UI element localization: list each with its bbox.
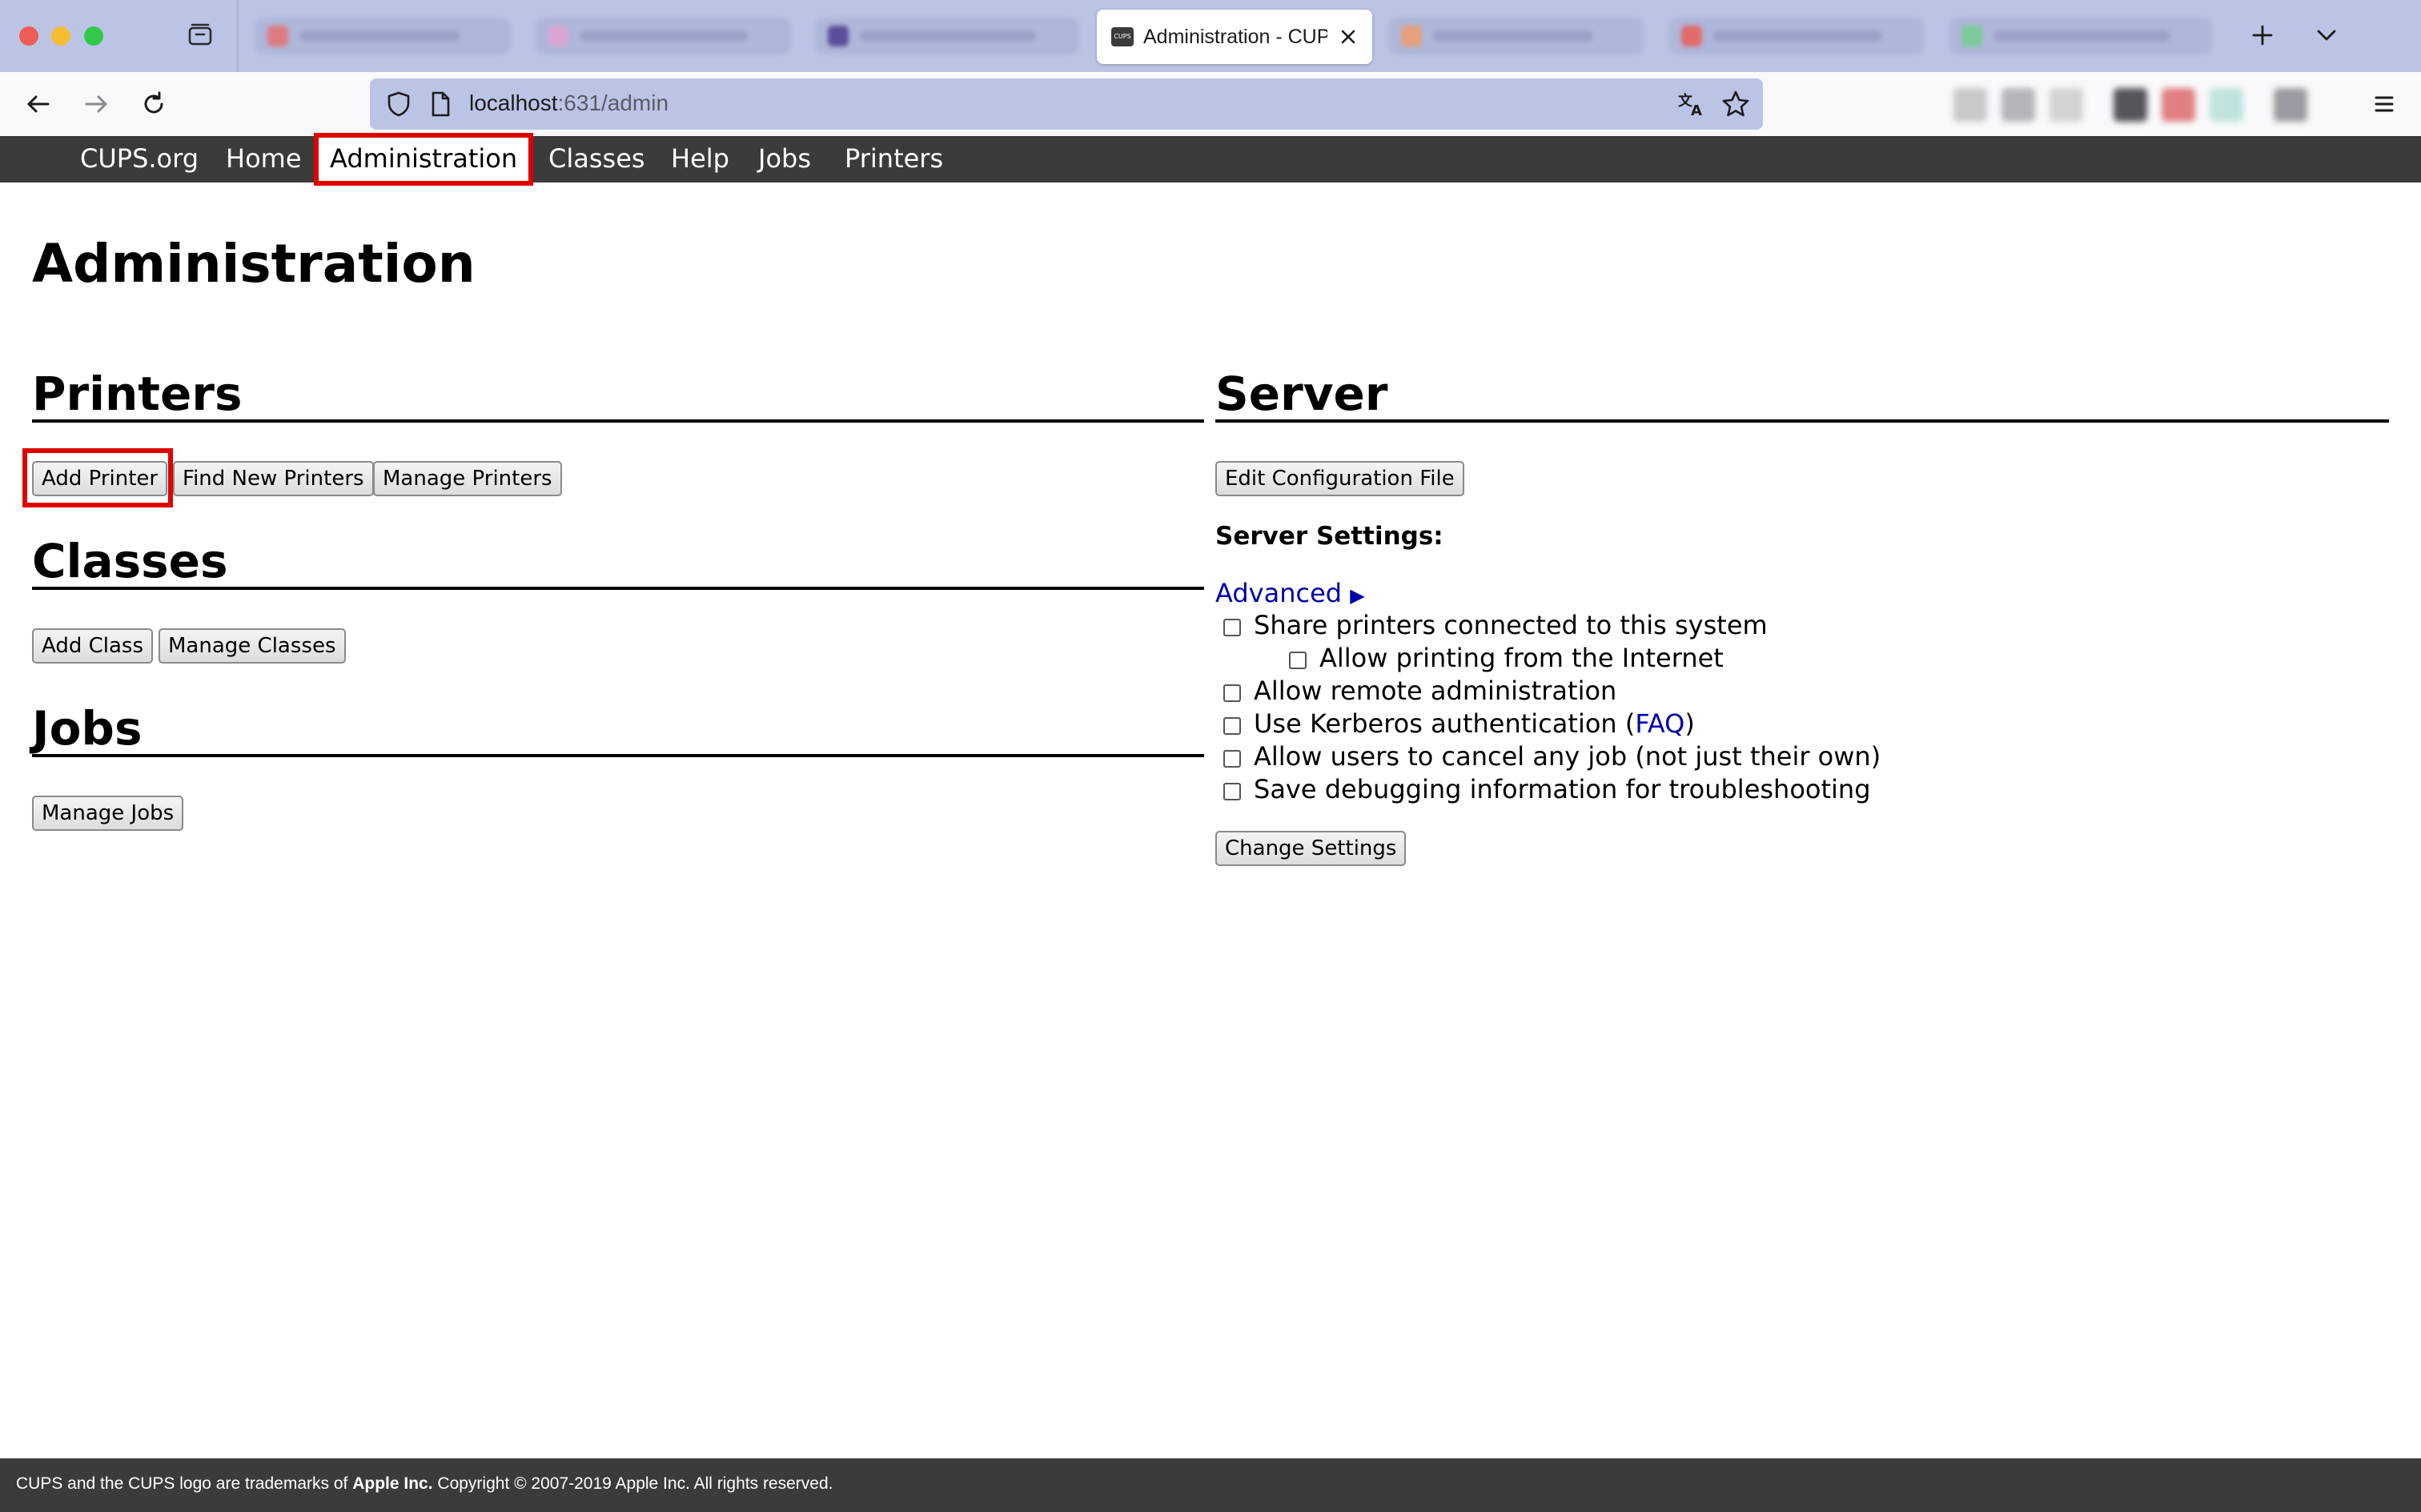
url-path: :631/admin: [557, 90, 669, 115]
remote-admin-checkbox[interactable]: [1223, 684, 1241, 702]
back-arrow-icon[interactable]: [21, 86, 56, 122]
plus-icon[interactable]: [2246, 19, 2278, 51]
background-tab[interactable]: [255, 18, 511, 54]
cancel-any-job-option: Allow users to cancel any job (not just …: [1223, 741, 1881, 772]
find-new-printers-button[interactable]: Find New Printers: [173, 461, 374, 496]
reload-icon[interactable]: [136, 86, 171, 122]
page-footer: CUPS and the CUPS logo are trademarks of…: [0, 1458, 2421, 1512]
extension-button[interactable]: [1953, 88, 1987, 122]
nav-printers[interactable]: Printers: [845, 142, 943, 174]
nav-help[interactable]: Help: [671, 142, 729, 174]
add-printer-button[interactable]: Add Printer: [32, 461, 168, 496]
background-tab[interactable]: [535, 18, 791, 54]
active-tab[interactable]: CUPS Administration - CUPS: [1097, 10, 1372, 64]
extension-button[interactable]: [2162, 88, 2195, 122]
section-divider: [32, 419, 1204, 423]
chevron-down-icon[interactable]: [2311, 19, 2343, 51]
section-divider: [32, 754, 1204, 757]
extension-button[interactable]: [2050, 88, 2083, 122]
forward-arrow-icon[interactable]: [78, 86, 114, 122]
server-heading: Server: [1215, 367, 1388, 421]
add-class-button[interactable]: Add Class: [32, 628, 154, 664]
jobs-heading: Jobs: [32, 701, 143, 756]
remote-admin-option: Allow remote administration: [1223, 676, 1616, 706]
kerberos-faq-link[interactable]: FAQ: [1635, 708, 1684, 739]
debug-logging-option: Save debugging information for troublesh…: [1223, 774, 1871, 804]
change-settings-button[interactable]: Change Settings: [1215, 831, 1407, 866]
page-icon[interactable]: [426, 90, 455, 118]
manage-jobs-button[interactable]: Manage Jobs: [32, 796, 184, 831]
browser-tab-bar: CUPS Administration - CUPS: [0, 0, 2421, 72]
tab-separator: [237, 0, 239, 72]
extension-button[interactable]: [2210, 88, 2243, 122]
allow-internet-printing-checkbox[interactable]: [1289, 652, 1307, 669]
translate-icon[interactable]: 文 A: [1675, 88, 1707, 120]
footer-suffix: Copyright © 2007-2019 Apple Inc. All rig…: [432, 1474, 833, 1493]
kerberos-option: Use Kerberos authentication (FAQ): [1223, 708, 1695, 739]
background-tab[interactable]: [1949, 18, 2213, 54]
manage-printers-button[interactable]: Manage Printers: [373, 461, 562, 496]
section-divider: [1215, 419, 2389, 423]
hamburger-menu-icon[interactable]: [2367, 86, 2402, 122]
tab-list-icon[interactable]: [186, 21, 215, 50]
background-tab[interactable]: [815, 18, 1079, 54]
active-tab-title: Administration - CUPS: [1143, 26, 1327, 48]
url-host: localhost: [469, 90, 558, 115]
shield-icon[interactable]: [384, 90, 413, 118]
option-label: Save debugging information for troublesh…: [1254, 774, 1871, 804]
classes-heading: Classes: [32, 534, 228, 588]
option-label: Allow remote administration: [1254, 676, 1617, 706]
url-text[interactable]: localhost:631/admin: [469, 90, 668, 116]
server-settings-label: Server Settings:: [1215, 522, 1443, 551]
manage-classes-button[interactable]: Manage Classes: [159, 628, 346, 664]
triangle-right-icon: ▶: [1350, 584, 1365, 607]
option-label: Use Kerberos authentication (: [1254, 708, 1636, 739]
option-label: Allow printing from the Internet: [1319, 643, 1724, 673]
window-minimize-button[interactable]: [51, 26, 70, 46]
address-bar[interactable]: localhost:631/admin 文 A: [370, 78, 1763, 130]
window-zoom-button[interactable]: [84, 26, 103, 46]
background-tab[interactable]: [1388, 18, 1644, 54]
nav-home[interactable]: Home: [226, 142, 302, 174]
extension-button[interactable]: [2274, 88, 2307, 122]
page-title: Administration: [32, 233, 476, 295]
nav-administration[interactable]: Administration: [330, 142, 517, 174]
edit-configuration-file-button[interactable]: Edit Configuration File: [1215, 461, 1464, 496]
background-tab[interactable]: [1668, 18, 1925, 54]
option-label-suffix: ): [1684, 708, 1695, 739]
extension-button[interactable]: [2001, 88, 2035, 122]
extension-button[interactable]: [2114, 88, 2147, 122]
nav-jobs[interactable]: Jobs: [758, 142, 811, 174]
debug-logging-checkbox[interactable]: [1223, 783, 1241, 800]
advanced-settings-link[interactable]: Advanced ▶: [1215, 578, 1365, 608]
option-label: Share printers connected to this system: [1254, 610, 1768, 640]
printers-heading: Printers: [32, 367, 243, 421]
extensions-toolbar: [1953, 85, 2338, 123]
footer-brand: Apple Inc.: [352, 1474, 433, 1493]
footer-copyright: CUPS and the CUPS logo are trademarks of…: [16, 1474, 833, 1494]
nav-cups-org[interactable]: CUPS.org: [80, 142, 199, 174]
cancel-any-job-checkbox[interactable]: [1223, 750, 1241, 768]
advanced-link-label: Advanced: [1215, 578, 1343, 608]
allow-internet-printing-option: Allow printing from the Internet: [1289, 643, 1724, 673]
share-printers-checkbox[interactable]: [1223, 619, 1241, 636]
option-label: Allow users to cancel any job (not just …: [1254, 741, 1881, 772]
nav-classes[interactable]: Classes: [548, 142, 645, 174]
cups-favicon-icon: CUPS: [1111, 27, 1134, 46]
close-icon[interactable]: [1335, 24, 1361, 50]
browser-navigation-bar: localhost:631/admin 文 A: [0, 72, 2421, 136]
kerberos-checkbox[interactable]: [1223, 717, 1241, 735]
footer-prefix: CUPS and the CUPS logo are trademarks of: [16, 1474, 353, 1493]
star-icon[interactable]: [1720, 88, 1752, 120]
svg-text:A: A: [1691, 102, 1702, 119]
section-divider: [32, 587, 1204, 590]
window-close-button[interactable]: [19, 26, 38, 46]
share-printers-option: Share printers connected to this system: [1223, 610, 1768, 640]
